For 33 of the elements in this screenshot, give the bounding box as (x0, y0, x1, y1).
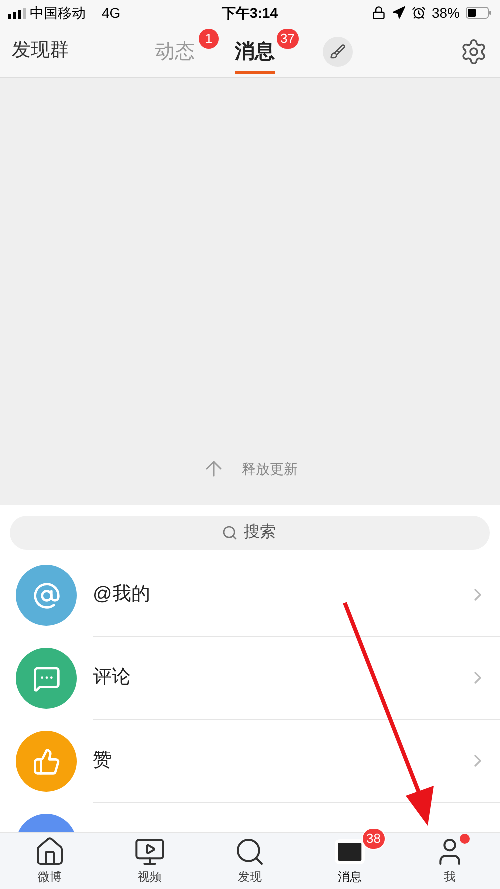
count-badge: 37 (276, 29, 299, 49)
brush-icon (330, 44, 346, 60)
count-badge: 1 (199, 29, 219, 49)
clean-button[interactable] (323, 36, 353, 66)
chat-bubble-icon (32, 664, 60, 692)
battery-percent: 38% (432, 4, 460, 22)
alarm-icon (412, 6, 426, 20)
lock-icon (372, 6, 386, 20)
search-icon (234, 836, 266, 868)
settings-icon[interactable] (460, 38, 488, 66)
item-label[interactable]: 评论 (93, 664, 468, 692)
release-hint: 释放更新 (242, 460, 298, 478)
tab-bar-item[interactable]: 发现 (200, 833, 300, 889)
signal-icon (8, 8, 26, 18)
tab-bar-item[interactable]: 我 (400, 833, 500, 889)
carrier-name: 中国移动 (30, 4, 86, 22)
network-type: 4G (102, 4, 121, 22)
video-icon (134, 836, 166, 868)
battery-icon (466, 7, 492, 19)
item-label[interactable]: 赞 (93, 746, 468, 776)
discover-groups-link[interactable]: 发现群 (12, 37, 132, 66)
at-icon (32, 582, 60, 610)
thumbs-up-icon (32, 748, 60, 776)
clock-time: 下午3:14 (222, 4, 278, 22)
search-icon (222, 525, 238, 541)
location-icon (392, 6, 406, 20)
tab-bar-item[interactable]: 视频 (100, 833, 200, 889)
tab-bar-item[interactable]: 微博 (0, 833, 100, 889)
search-field[interactable]: 搜索 (10, 516, 490, 550)
header-tab[interactable]: 消息 (235, 29, 275, 74)
item-label[interactable]: @我的 (93, 580, 468, 610)
count-badge: 38 (362, 828, 386, 850)
home-icon (34, 836, 66, 868)
